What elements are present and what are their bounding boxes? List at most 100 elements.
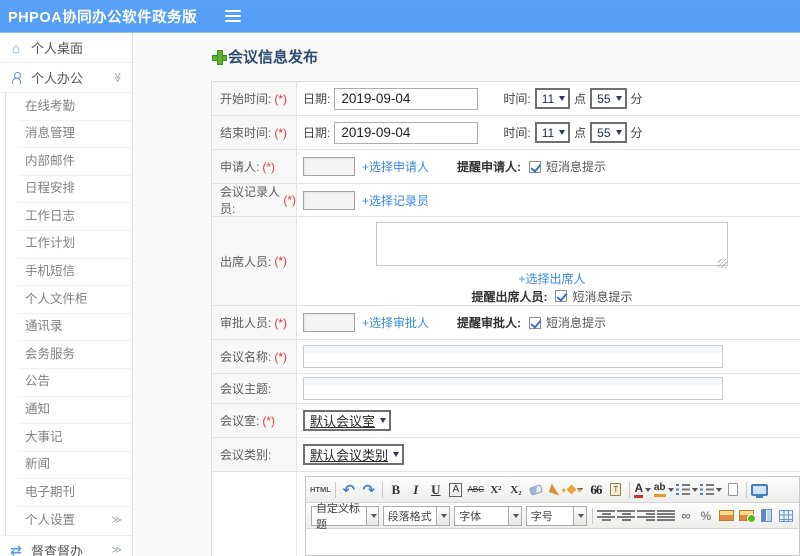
rich-text-editor: HTML ↶ ↷ B I U A ABC X² X₂ 66 T A ab 自定义…	[305, 476, 800, 556]
meeting-subject-input[interactable]	[303, 377, 723, 400]
sidebar-item-contacts[interactable]: 通讯录	[18, 314, 132, 342]
applicant-input[interactable]	[303, 157, 355, 176]
sidebar-item-meeting-service[interactable]: 会务服务	[18, 341, 132, 369]
format-brush-icon[interactable]	[547, 480, 565, 500]
undo-icon[interactable]: ↶	[340, 480, 358, 500]
paragraph-format-select[interactable]: 段落格式	[382, 505, 451, 526]
end-date-input[interactable]	[334, 121, 479, 144]
attendees-textarea[interactable]	[375, 222, 728, 266]
sidebar-item-workplan[interactable]: 工作计划	[18, 231, 132, 259]
anchor-icon[interactable]: %	[697, 506, 715, 526]
sidebar-item-schedule[interactable]: 日程安排	[18, 176, 132, 204]
required-mark: (*)	[274, 315, 288, 330]
sidebar-item-label: 个人设置	[25, 512, 76, 527]
underline-icon[interactable]: U	[427, 480, 445, 500]
dropdown-arrow-icon	[645, 487, 652, 492]
dropdown-arrow-icon	[691, 487, 698, 492]
blockquote-icon[interactable]: 66	[587, 480, 605, 500]
editor-content-area[interactable]	[306, 529, 799, 555]
strikethrough-icon[interactable]: ABC	[467, 480, 485, 500]
ordered-list-icon[interactable]	[675, 480, 698, 500]
recorder-input[interactable]	[303, 190, 355, 210]
approver-input[interactable]	[303, 313, 355, 332]
page-title: 会议信息发布	[212, 46, 318, 67]
paste-icon[interactable]	[607, 480, 625, 500]
unordered-list-icon[interactable]	[699, 480, 722, 500]
select-recorder-link[interactable]: +选择记录员	[362, 192, 429, 209]
select-approver-link[interactable]: +选择审批人	[362, 314, 429, 331]
redo-icon[interactable]: ↷	[360, 480, 378, 500]
sidebar-item-news[interactable]: 新闻	[18, 452, 132, 480]
row-attendees: 出席人员: (*) +选择出席人 提醒出席人员: 短消息提示	[212, 217, 800, 306]
minute-unit: 分	[630, 92, 643, 106]
sidebar-item-announcement[interactable]: 公告	[18, 369, 132, 397]
align-right-icon[interactable]	[637, 510, 655, 521]
remind-attendees-label: 提醒出席人员:	[471, 289, 548, 304]
dropdown-arrow-icon	[559, 96, 566, 101]
sidebar-item-attendance[interactable]: 在线考勤	[18, 93, 132, 121]
superscript-icon[interactable]: X²	[487, 480, 505, 500]
row-content-editor: HTML ↶ ↷ B I U A ABC X² X₂ 66 T A ab 自定义…	[212, 472, 800, 556]
align-justify-icon[interactable]	[657, 510, 675, 521]
highlight-color-icon[interactable]: ab	[653, 480, 674, 500]
start-hour-select[interactable]: 11	[534, 88, 571, 109]
new-page-icon[interactable]	[724, 480, 742, 500]
select-applicant-link[interactable]: +选择申请人	[362, 158, 429, 175]
font-family-select[interactable]: 字体	[454, 505, 522, 526]
sidebar-item-mail[interactable]: 内部邮件	[18, 148, 132, 176]
row-recorder: 会议记录人员: (*) +选择记录员	[212, 184, 800, 217]
align-left-icon[interactable]	[597, 510, 615, 521]
sidebar-item-messages[interactable]: 消息管理	[18, 121, 132, 149]
sidebar-item-filecabinet[interactable]: 个人文件柜	[18, 286, 132, 314]
end-minute-select[interactable]: 55	[590, 122, 627, 143]
remind-applicant-label: 提醒申请人:	[457, 160, 522, 174]
applicant-sms-checkbox[interactable]	[529, 160, 542, 173]
sidebar-item-events[interactable]: 大事记	[18, 424, 132, 452]
resize-handle[interactable]	[717, 259, 727, 268]
align-center-icon[interactable]	[617, 510, 635, 521]
attendees-sms-checkbox[interactable]	[555, 290, 568, 302]
link-icon[interactable]: ∞	[677, 506, 695, 526]
dropdown-arrow-icon	[370, 513, 377, 518]
fullscreen-icon[interactable]	[751, 480, 769, 500]
meeting-room-select[interactable]: 默认会议室	[303, 410, 392, 431]
insert-table-icon[interactable]	[777, 506, 795, 526]
html-source-icon[interactable]: HTML	[310, 480, 331, 500]
row-meeting-category: 会议类别: 默认会议类别	[212, 438, 800, 472]
approver-sms-checkbox[interactable]	[529, 316, 542, 329]
sidebar-item-worklog[interactable]: 工作日志	[18, 203, 132, 231]
meeting-category-select[interactable]: 默认会议类别	[303, 444, 405, 465]
autoformat-icon[interactable]	[566, 480, 585, 500]
subscript-icon[interactable]: X₂	[507, 480, 525, 500]
start-date-input[interactable]	[334, 87, 479, 110]
page-break-icon[interactable]	[757, 506, 775, 526]
heading-select[interactable]: 自定义标题	[311, 503, 379, 531]
bold-icon[interactable]: B	[387, 480, 405, 500]
font-color-icon[interactable]: A	[634, 480, 652, 500]
page-title-text: 会议信息发布	[228, 49, 319, 66]
field-label	[212, 472, 297, 556]
menu-icon[interactable]	[225, 10, 242, 22]
meeting-name-input[interactable]	[303, 345, 723, 368]
sidebar-item-desktop[interactable]: ⌂ 个人桌面	[0, 33, 132, 63]
required-mark: (*)	[274, 91, 288, 106]
select-attendees-link[interactable]: +选择出席人	[518, 270, 585, 287]
end-hour-select[interactable]: 11	[534, 122, 571, 143]
row-meeting-room: 会议室: (*) 默认会议室	[212, 404, 800, 438]
sidebar-item-supervision[interactable]: ⇄ 督查督办 ≫	[0, 534, 132, 556]
sidebar-item-ejournal[interactable]: 电子期刊	[18, 479, 132, 507]
sidebar-item-office[interactable]: 个人办公 ≫	[0, 63, 132, 93]
eraser-icon[interactable]	[527, 480, 545, 500]
italic-icon[interactable]: I	[407, 480, 425, 500]
sidebar: ⌂ 个人桌面 个人办公 ≫ 在线考勤 消息管理 内部邮件 日程安排 工作日志 工…	[0, 33, 133, 556]
sidebar-item-label: 督查督办	[31, 543, 84, 556]
font-style-icon[interactable]: A	[449, 482, 463, 497]
upload-image-icon[interactable]	[737, 506, 756, 526]
font-size-select[interactable]: 字号	[525, 505, 588, 526]
sidebar-item-sms[interactable]: 手机短信	[18, 259, 132, 287]
field-label: 会议类别:	[212, 438, 297, 471]
insert-image-icon[interactable]	[717, 506, 735, 526]
start-minute-select[interactable]: 55	[590, 88, 627, 109]
sidebar-item-notice[interactable]: 通知	[18, 397, 132, 425]
sidebar-item-settings[interactable]: 个人设置 ≫	[18, 507, 132, 535]
